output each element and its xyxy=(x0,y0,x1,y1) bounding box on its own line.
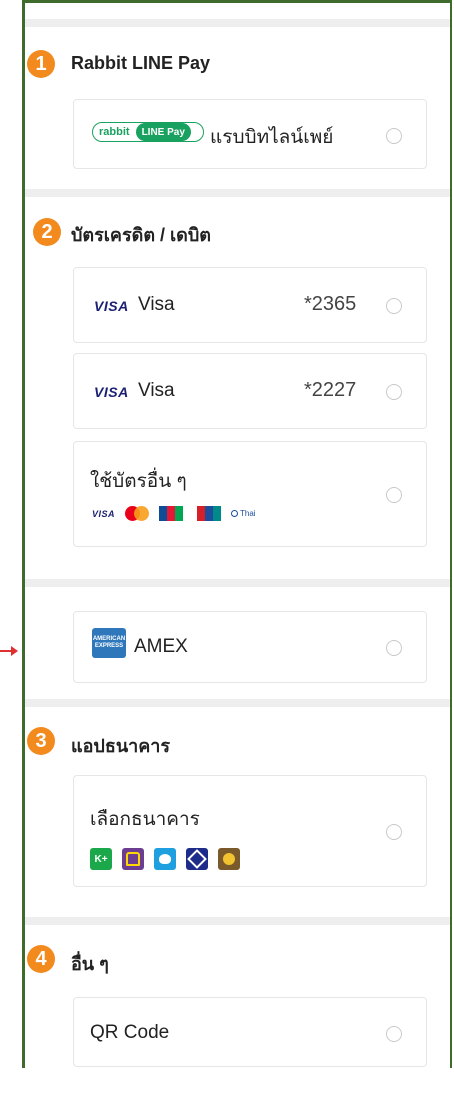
radio-button[interactable] xyxy=(386,824,402,840)
option-saved-card-2[interactable]: VISA Visa *2227 xyxy=(73,353,427,429)
card-brand-logos: VISA Thai xyxy=(92,506,256,521)
divider xyxy=(25,917,450,925)
radio-button[interactable] xyxy=(386,128,402,144)
visa-icon: VISA xyxy=(94,298,129,314)
radio-button[interactable] xyxy=(386,640,402,656)
card-name: Visa xyxy=(138,380,175,401)
card-name: Visa xyxy=(138,294,175,315)
option-label: ใช้บัตรอื่น ๆ xyxy=(90,471,187,492)
divider xyxy=(25,579,450,587)
option-other-card[interactable]: ใช้บัตรอื่น ๆ VISA Thai xyxy=(73,441,427,547)
rabbit-line-pay-logo: rabbit LINE Pay xyxy=(92,122,204,142)
divider xyxy=(25,19,450,27)
section-title-other: อื่น ๆ xyxy=(71,954,109,974)
option-qr-code[interactable]: QR Code xyxy=(73,997,427,1067)
krungthai-icon xyxy=(154,848,176,870)
mastercard-icon xyxy=(125,506,150,521)
scb-icon xyxy=(218,848,240,870)
visa-icon: VISA xyxy=(92,508,116,519)
thai-payment-label: Thai xyxy=(240,509,256,518)
krungsri-icon xyxy=(122,848,144,870)
option-label: QR Code xyxy=(90,1022,170,1043)
option-label: เลือกธนาคาร xyxy=(90,809,200,830)
radio-button[interactable] xyxy=(386,487,402,503)
payment-method-panel: 1 Rabbit LINE Pay rabbit LINE Pay แรบบิท… xyxy=(22,0,452,1068)
kplus-icon: K+ xyxy=(90,848,112,870)
option-label: แรบบิทไลน์เพย์ xyxy=(210,127,334,148)
jcb-icon xyxy=(159,506,184,521)
section-number-badge: 4 xyxy=(27,945,55,973)
option-amex[interactable]: AMERICAN EXPRESS AMEX xyxy=(73,611,427,683)
section-title-bank-app: แอปธนาคาร xyxy=(71,736,171,756)
radio-button[interactable] xyxy=(386,384,402,400)
unionpay-icon xyxy=(197,506,222,521)
section-number-badge: 3 xyxy=(27,727,55,755)
bbl-icon xyxy=(186,848,208,870)
divider xyxy=(25,189,450,197)
option-bank-app[interactable]: เลือกธนาคาร K+ xyxy=(73,775,427,887)
card-number-masked: *2365 xyxy=(304,293,357,315)
divider xyxy=(25,699,450,707)
visa-icon: VISA xyxy=(94,384,129,400)
card-number-masked: *2227 xyxy=(304,379,357,401)
radio-button[interactable] xyxy=(386,298,402,314)
section-number-badge: 2 xyxy=(33,218,61,246)
section-title-credit-debit: บัตรเครดิต / เดบิต xyxy=(71,225,211,245)
annotation-arrow xyxy=(0,646,18,656)
thai-payment-icon: Thai xyxy=(231,509,256,518)
option-rabbit-line-pay[interactable]: rabbit LINE Pay แรบบิทไลน์เพย์ xyxy=(73,99,427,169)
bank-logos: K+ xyxy=(90,848,240,870)
section-title-rabbit-line-pay: Rabbit LINE Pay xyxy=(71,53,211,73)
amex-icon: AMERICAN EXPRESS xyxy=(92,628,126,658)
section-number-badge: 1 xyxy=(27,50,55,78)
radio-button[interactable] xyxy=(386,1026,402,1042)
option-label: AMEX xyxy=(134,636,188,657)
option-saved-card-1[interactable]: VISA Visa *2365 xyxy=(73,267,427,343)
